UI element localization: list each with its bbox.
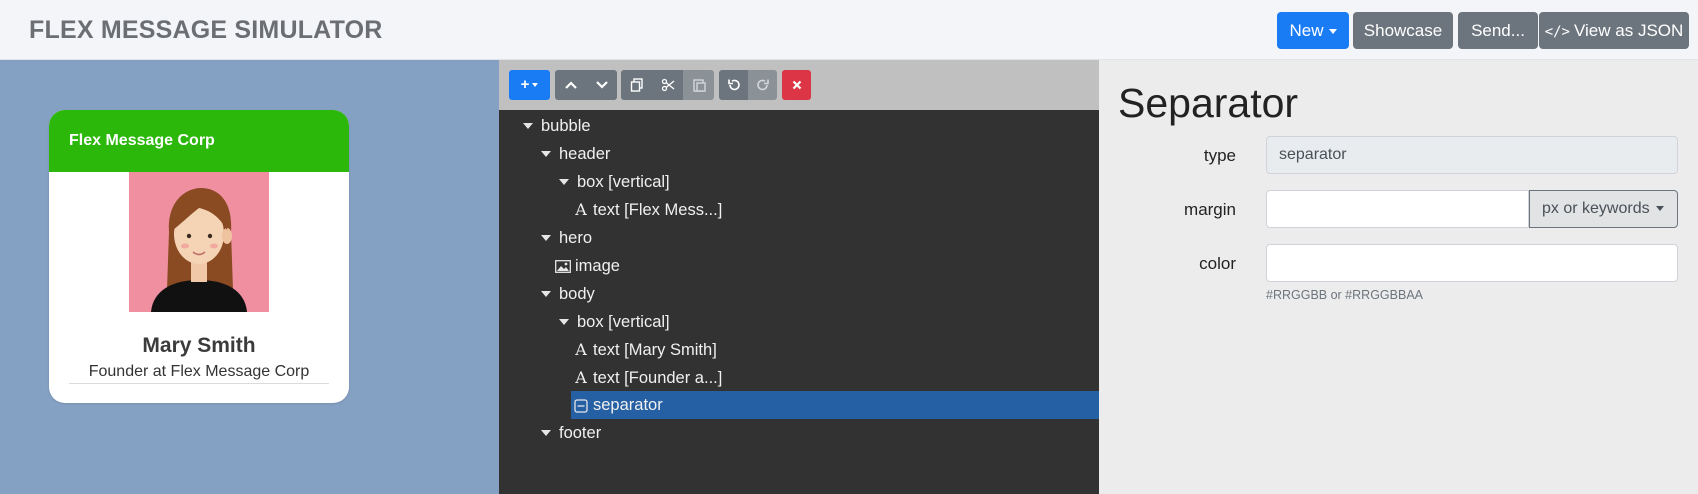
text-type-icon: A xyxy=(575,368,587,387)
code-icon: </> xyxy=(1544,24,1570,40)
color-label: color xyxy=(1199,254,1236,273)
margin-unit-dropdown[interactable]: px or keywords xyxy=(1529,190,1678,228)
bubble-header-text: Flex Message Corp xyxy=(69,132,215,149)
caret-down-icon xyxy=(541,234,551,241)
caret-down-icon xyxy=(559,178,569,185)
text-type-icon: A xyxy=(575,200,587,219)
properties-heading: Separator xyxy=(1118,80,1299,126)
bubble-header[interactable]: Flex Message Corp xyxy=(49,110,349,172)
tree-node-label: footer xyxy=(559,424,602,442)
top-navbar: FLEX MESSAGE SIMULATOR New Showcase Send… xyxy=(0,0,1698,60)
bubble-name-text[interactable]: Mary Smith xyxy=(49,334,349,358)
redo-icon xyxy=(756,79,769,91)
paste-button[interactable] xyxy=(683,70,714,100)
copy-icon xyxy=(630,78,643,92)
showcase-button[interactable]: Showcase xyxy=(1353,12,1453,49)
tree-node-label: bubble xyxy=(541,117,591,135)
tree-node-body[interactable]: body xyxy=(541,280,595,308)
type-field: separator xyxy=(1266,136,1678,174)
send-button[interactable]: Send... xyxy=(1458,12,1538,49)
delete-button[interactable] xyxy=(782,70,811,100)
tree-node-label: image xyxy=(575,257,620,275)
caret-down-icon xyxy=(541,150,551,157)
scissors-icon xyxy=(661,78,674,92)
caret-down-icon xyxy=(523,122,533,129)
caret-down-icon xyxy=(541,290,551,297)
cut-button[interactable] xyxy=(652,70,683,100)
component-tree-panel: + bubble header box [vertical] Atext [Fl… xyxy=(499,60,1099,494)
tree-node-label: box [vertical] xyxy=(577,173,670,191)
caret-down-icon xyxy=(1655,206,1664,212)
view-as-json-label: View as JSON xyxy=(1574,21,1684,40)
tree-node-footer[interactable]: footer xyxy=(541,419,601,447)
hero-avatar-image[interactable] xyxy=(129,172,269,312)
view-as-json-button[interactable]: </> View as JSON xyxy=(1539,12,1689,49)
tree-node-label: text [Mary Smith] xyxy=(593,341,717,359)
plus-icon: + xyxy=(520,76,530,93)
new-button-label: New xyxy=(1289,21,1324,40)
tree-node-label: text [Flex Mess...] xyxy=(593,201,723,219)
undo-icon xyxy=(727,79,740,91)
tree-node-hero[interactable]: hero xyxy=(541,224,592,252)
caret-down-icon xyxy=(541,429,551,436)
text-type-icon: A xyxy=(575,340,587,359)
color-hint: #RRGGBB or #RRGGBBAA xyxy=(1266,288,1423,302)
tree-node-label: separator xyxy=(593,396,663,414)
tree-node-header[interactable]: header xyxy=(541,140,610,168)
bubble-separator[interactable] xyxy=(69,383,329,384)
tree-node-label: text [Founder a...] xyxy=(593,369,723,387)
margin-input[interactable] xyxy=(1266,190,1529,228)
bubble-preview-card[interactable]: Flex Message Corp Mary Smith Founder at … xyxy=(49,110,349,403)
close-icon xyxy=(792,80,801,90)
caret-down-icon xyxy=(559,318,569,325)
tree-node-label: box [vertical] xyxy=(577,313,670,331)
tree-toolbar: + xyxy=(499,60,1099,110)
tree-node-label: header xyxy=(559,145,611,163)
tree-node-image[interactable]: image xyxy=(555,252,620,280)
separator-icon xyxy=(573,391,589,419)
image-icon xyxy=(555,252,571,280)
move-up-button[interactable] xyxy=(555,70,586,100)
caret-down-icon xyxy=(1328,29,1337,35)
bubble-title-text[interactable]: Founder at Flex Message Corp xyxy=(49,363,349,381)
chevron-down-icon xyxy=(595,81,608,89)
caret-down-icon xyxy=(532,83,539,88)
app-title: FLEX MESSAGE SIMULATOR xyxy=(29,16,383,44)
tree-node-header-text[interactable]: Atext [Flex Mess...] xyxy=(573,196,722,224)
tree-node-separator[interactable]: separator xyxy=(573,391,663,419)
preview-panel: Flex Message Corp Mary Smith Founder at … xyxy=(0,60,499,494)
tree-node-body-box[interactable]: box [vertical] xyxy=(559,308,670,336)
move-down-button[interactable] xyxy=(586,70,617,100)
tree-node-header-box[interactable]: box [vertical] xyxy=(559,168,670,196)
undo-button[interactable] xyxy=(719,70,748,100)
chevron-up-icon xyxy=(564,81,577,89)
tree-node-name-text[interactable]: Atext [Mary Smith] xyxy=(573,336,717,364)
redo-button[interactable] xyxy=(748,70,777,100)
margin-unit-label: px or keywords xyxy=(1542,200,1650,217)
color-input[interactable] xyxy=(1266,244,1678,282)
copy-button[interactable] xyxy=(621,70,652,100)
woman-avatar-illustration xyxy=(129,172,269,312)
tree-node-label: body xyxy=(559,285,595,303)
paste-icon xyxy=(692,79,706,92)
margin-label: margin xyxy=(1184,200,1236,219)
add-component-button[interactable]: + xyxy=(509,70,550,100)
properties-panel: Separator type separator margin px or ke… xyxy=(1099,60,1698,494)
tree-node-title-text[interactable]: Atext [Founder a...] xyxy=(573,364,722,392)
tree-node-bubble[interactable]: bubble xyxy=(523,112,591,140)
tree-node-label: hero xyxy=(559,229,593,247)
new-dropdown-button[interactable]: New xyxy=(1277,12,1349,49)
type-label: type xyxy=(1203,146,1236,165)
